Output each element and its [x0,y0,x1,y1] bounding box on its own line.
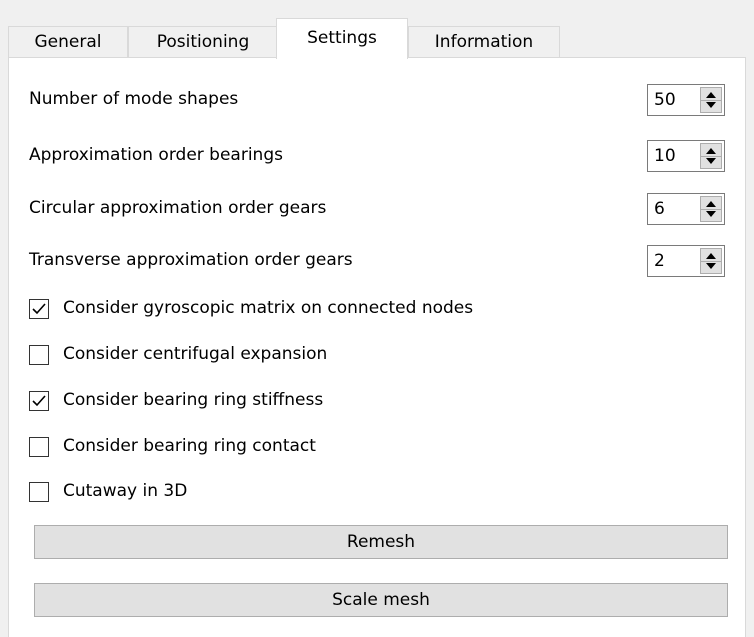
approx-order-bearings-spinbox[interactable]: 10 [647,140,725,172]
remesh-button[interactable]: Remesh [34,525,728,559]
arrow-up-icon[interactable] [706,148,716,154]
settings-panel: Number of mode shapes 50 Approximation o… [8,57,746,637]
circular-approx-gears-label: Circular approximation order gears [29,198,327,218]
bearing-ring-stiffness-label[interactable]: Consider bearing ring stiffness [63,390,323,410]
tab-settings[interactable]: Settings [276,18,408,59]
approx-order-bearings-label: Approximation order bearings [29,145,283,165]
circular-approx-gears-spinbox[interactable]: 6 [647,193,725,225]
tab-positioning[interactable]: Positioning [128,26,278,58]
tab-general[interactable]: General [8,26,128,58]
cutaway-3d-label[interactable]: Cutaway in 3D [63,481,187,501]
checkmark-icon [32,303,46,315]
centrifugal-expansion-checkbox[interactable] [29,345,49,365]
arrow-down-icon[interactable] [706,263,716,269]
approx-order-bearings-value[interactable]: 10 [654,141,676,171]
gyroscopic-matrix-label[interactable]: Consider gyroscopic matrix on connected … [63,298,473,318]
mode-shapes-value[interactable]: 50 [654,85,676,115]
scale-mesh-button[interactable]: Scale mesh [34,583,728,617]
transverse-approx-gears-spinbox[interactable]: 2 [647,245,725,277]
approx-order-bearings-stepper[interactable] [700,143,722,169]
arrow-down-icon[interactable] [706,102,716,108]
mode-shapes-spinbox[interactable]: 50 [647,84,725,116]
arrow-down-icon[interactable] [706,211,716,217]
arrow-up-icon[interactable] [706,92,716,98]
circular-approx-gears-stepper[interactable] [700,196,722,222]
cutaway-3d-checkbox[interactable] [29,482,49,502]
transverse-approx-gears-stepper[interactable] [700,248,722,274]
transverse-approx-gears-value[interactable]: 2 [654,246,665,276]
bearing-ring-stiffness-checkbox[interactable] [29,391,49,411]
bearing-ring-contact-checkbox[interactable] [29,437,49,457]
arrow-up-icon[interactable] [706,201,716,207]
mode-shapes-stepper[interactable] [700,87,722,113]
checkmark-icon [32,395,46,407]
gyroscopic-matrix-checkbox[interactable] [29,299,49,319]
arrow-up-icon[interactable] [706,253,716,259]
mode-shapes-label: Number of mode shapes [29,89,239,109]
transverse-approx-gears-label: Transverse approximation order gears [29,250,353,270]
tab-information[interactable]: Information [408,26,560,58]
circular-approx-gears-value[interactable]: 6 [654,194,665,224]
bearing-ring-contact-label[interactable]: Consider bearing ring contact [63,436,316,456]
arrow-down-icon[interactable] [706,158,716,164]
centrifugal-expansion-label[interactable]: Consider centrifugal expansion [63,344,327,364]
